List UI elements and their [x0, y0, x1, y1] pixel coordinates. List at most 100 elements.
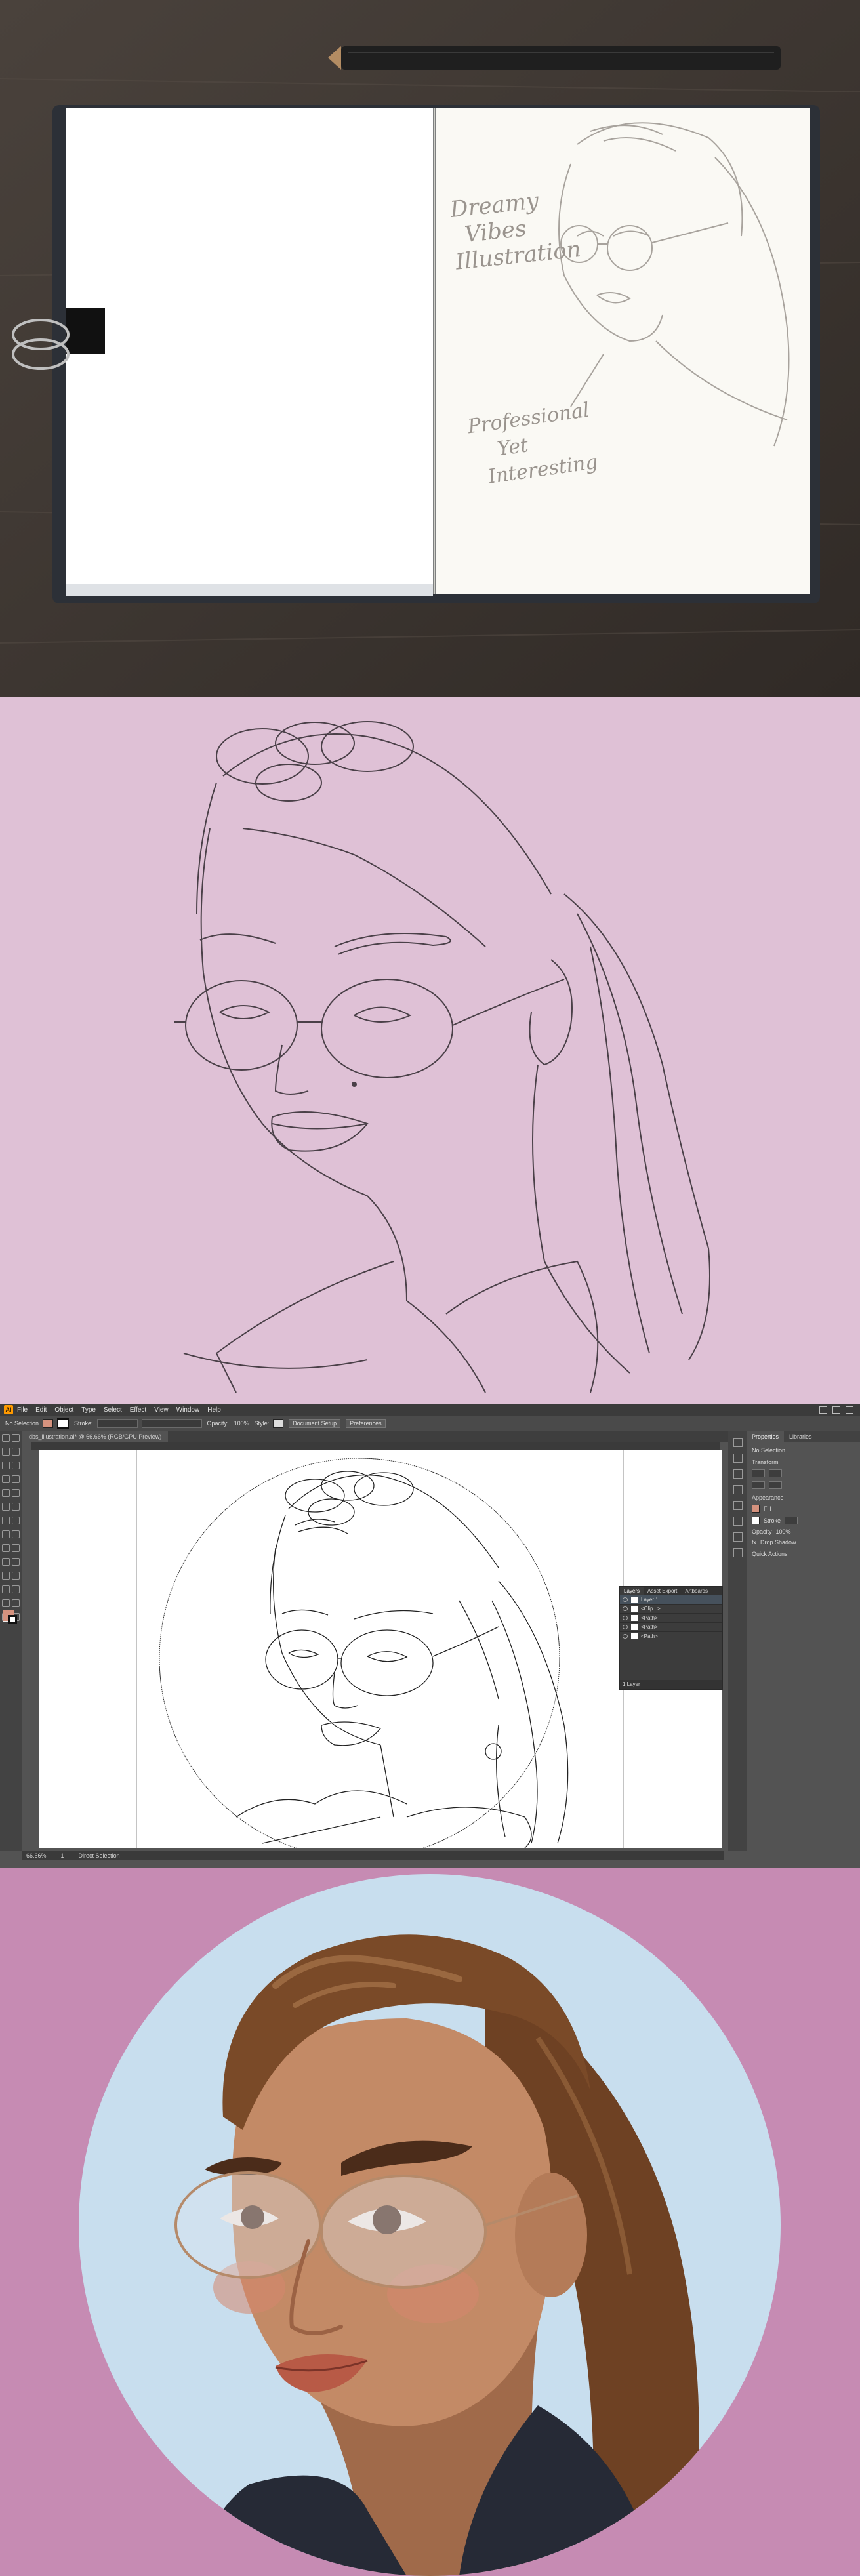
gradient-tool-icon[interactable] [12, 1558, 20, 1566]
y-field[interactable] [769, 1469, 782, 1477]
sublayer-row[interactable]: <Path> [620, 1623, 722, 1632]
left-page [66, 108, 433, 594]
menu-window[interactable]: Window [176, 1406, 200, 1414]
menu-type[interactable]: Type [81, 1406, 96, 1414]
stroke-weight-input[interactable] [785, 1517, 798, 1524]
width-field[interactable] [752, 1481, 765, 1489]
sketch-note-1: Dreamy Vibes Illustration [449, 188, 583, 276]
fill-swatch[interactable] [43, 1419, 54, 1428]
stroke-color-swatch[interactable] [8, 1615, 17, 1624]
libraries-tab[interactable]: Libraries [784, 1431, 817, 1442]
fx-icon[interactable]: fx [752, 1539, 756, 1545]
menu-edit[interactable]: Edit [35, 1406, 47, 1414]
opacity-label: Opacity [752, 1528, 772, 1535]
direct-selection-tool-icon[interactable] [12, 1434, 20, 1442]
pen-tool-icon[interactable] [2, 1462, 10, 1469]
sublayer-name: <Path> [641, 1633, 658, 1639]
free-transform-tool-icon[interactable] [12, 1530, 20, 1538]
layer-row[interactable]: Layer 1 [620, 1595, 722, 1605]
opacity-value[interactable]: 100% [234, 1420, 249, 1427]
opacity-value[interactable]: 100% [776, 1528, 791, 1535]
tools-panel [0, 1431, 22, 1851]
stroke-swatch-small[interactable] [752, 1517, 760, 1524]
style-swatch[interactable] [273, 1419, 284, 1428]
shape-builder-tool-icon[interactable] [2, 1544, 10, 1552]
drop-shadow-label[interactable]: Drop Shadow [760, 1539, 796, 1545]
selection-tool-icon[interactable] [2, 1434, 10, 1442]
stroke-swatch[interactable] [57, 1418, 70, 1429]
paintbrush-tool-icon[interactable] [12, 1489, 20, 1497]
sublayer-name: <Path> [641, 1624, 658, 1630]
search-icon[interactable] [819, 1406, 827, 1414]
rotate-tool-icon[interactable] [2, 1517, 10, 1524]
scale-tool-icon[interactable] [12, 1517, 20, 1524]
menu-view[interactable]: View [154, 1406, 169, 1414]
rectangle-tool-icon[interactable] [2, 1489, 10, 1497]
brushes-panel-icon[interactable] [733, 1469, 743, 1479]
symbol-sprayer-tool-icon[interactable] [2, 1585, 10, 1593]
visibility-eye-icon[interactable] [623, 1606, 628, 1611]
document-setup-button[interactable]: Document Setup [289, 1419, 341, 1428]
preferences-button[interactable]: Preferences [346, 1419, 386, 1428]
properties-panel: Properties Libraries No Selection Transf… [747, 1431, 860, 1868]
height-field[interactable] [769, 1481, 782, 1489]
pencil [341, 46, 781, 70]
menu-select[interactable]: Select [104, 1406, 122, 1414]
artboard-tool-icon[interactable] [2, 1599, 10, 1607]
artboard-number[interactable]: 1 [61, 1851, 64, 1860]
width-tool-icon[interactable] [2, 1530, 10, 1538]
asset-export-tab[interactable]: Asset Export [644, 1587, 681, 1595]
sublayer-name: <Path> [641, 1615, 658, 1621]
gradient-panel-icon[interactable] [733, 1517, 743, 1526]
artboards-tab[interactable]: Artboards [681, 1587, 712, 1595]
visibility-eye-icon[interactable] [623, 1634, 628, 1639]
fill-swatch-small[interactable] [752, 1505, 760, 1513]
document-tab-bar: dbs_illustration.ai* @ 66.66% (RGB/GPU P… [22, 1431, 744, 1442]
eraser-tool-icon[interactable] [12, 1503, 20, 1511]
pencil-tool-icon[interactable] [2, 1503, 10, 1511]
properties-tab[interactable]: Properties [747, 1431, 785, 1442]
transparency-panel-icon[interactable] [733, 1532, 743, 1542]
eyedropper-tool-icon[interactable] [2, 1572, 10, 1580]
mesh-tool-icon[interactable] [2, 1558, 10, 1566]
type-tool-icon[interactable] [2, 1475, 10, 1483]
line-sketch-panel [0, 697, 860, 1404]
document-tab[interactable]: dbs_illustration.ai* @ 66.66% (RGB/GPU P… [22, 1431, 169, 1442]
brush-definition-field[interactable] [141, 1419, 202, 1428]
right-page [436, 108, 810, 594]
stroke-weight-field[interactable] [96, 1419, 138, 1428]
style-label: Style: [254, 1420, 270, 1427]
menu-help[interactable]: Help [207, 1406, 221, 1414]
slice-tool-icon[interactable] [12, 1599, 20, 1607]
color-panel-icon[interactable] [733, 1438, 743, 1447]
opacity-label: Opacity: [207, 1420, 229, 1427]
horizontal-ruler [31, 1442, 720, 1450]
symbols-panel-icon[interactable] [733, 1485, 743, 1494]
workspace-icon[interactable] [846, 1406, 853, 1414]
curvature-tool-icon[interactable] [12, 1462, 20, 1469]
layers-tab[interactable]: Layers [620, 1587, 644, 1595]
visibility-eye-icon[interactable] [623, 1616, 628, 1620]
stroke-label: Stroke [764, 1517, 781, 1524]
menu-effect[interactable]: Effect [130, 1406, 146, 1414]
blend-tool-icon[interactable] [12, 1572, 20, 1580]
visibility-eye-icon[interactable] [623, 1597, 628, 1602]
menu-file[interactable]: File [17, 1406, 28, 1414]
line-tool-icon[interactable] [12, 1475, 20, 1483]
stroke-panel-icon[interactable] [733, 1501, 743, 1510]
graph-tool-icon[interactable] [12, 1585, 20, 1593]
menu-object[interactable]: Object [54, 1406, 73, 1414]
perspective-tool-icon[interactable] [12, 1544, 20, 1552]
sublayer-row[interactable]: <Clip...> [620, 1605, 722, 1614]
visibility-eye-icon[interactable] [623, 1625, 628, 1629]
selection-status: No Selection [5, 1420, 39, 1427]
swatches-panel-icon[interactable] [733, 1454, 743, 1463]
arrange-documents-icon[interactable] [832, 1406, 840, 1414]
x-field[interactable] [752, 1469, 765, 1477]
sublayer-row[interactable]: <Path> [620, 1614, 722, 1623]
lasso-tool-icon[interactable] [12, 1448, 20, 1456]
sublayer-row[interactable]: <Path> [620, 1632, 722, 1641]
zoom-level[interactable]: 66.66% [26, 1851, 47, 1860]
magic-wand-tool-icon[interactable] [2, 1448, 10, 1456]
layers-panel-icon[interactable] [733, 1548, 743, 1557]
